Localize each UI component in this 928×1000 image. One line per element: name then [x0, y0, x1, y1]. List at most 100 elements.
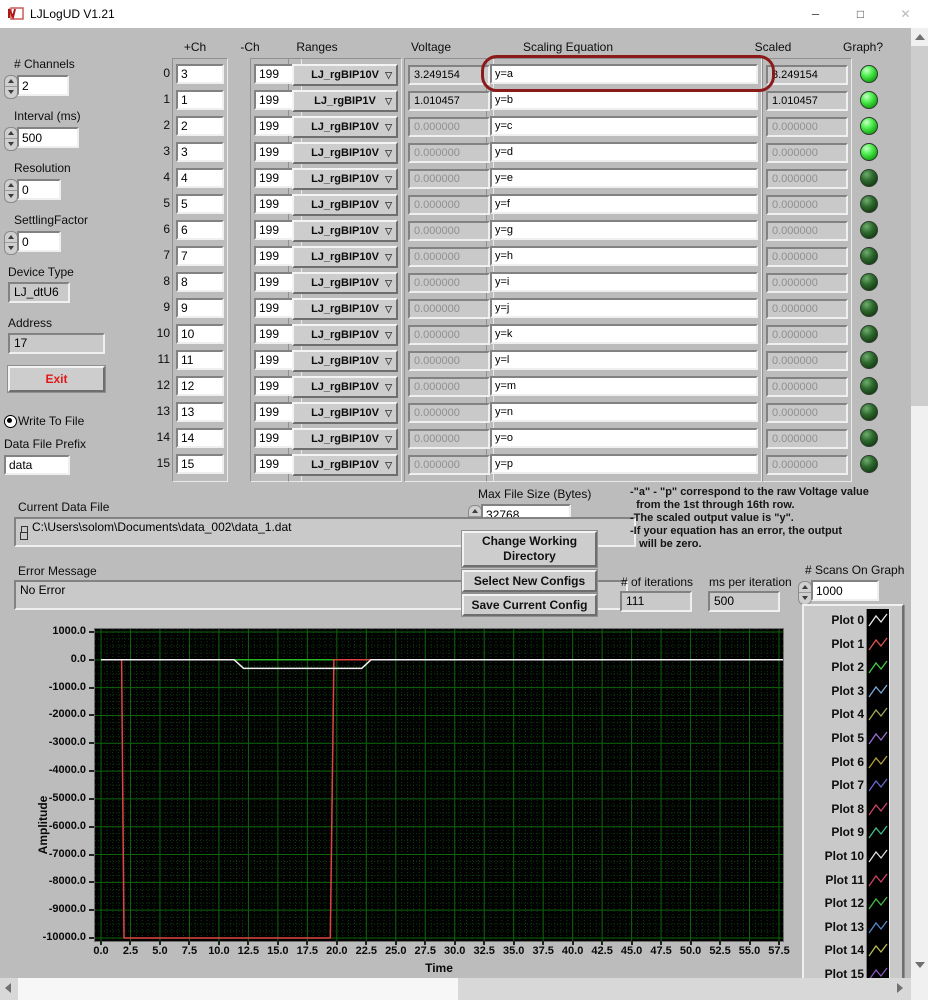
scaling-equation-input[interactable]	[490, 428, 758, 448]
graph-led[interactable]	[860, 299, 878, 317]
legend-item[interactable]: Plot 13	[804, 916, 898, 940]
legend-item[interactable]: Plot 11	[804, 869, 898, 893]
scaling-equation-input[interactable]	[490, 142, 758, 162]
resolution-spinner[interactable]	[4, 179, 18, 203]
pos-channel-input[interactable]	[176, 142, 224, 162]
spinner-up-icon[interactable]	[5, 76, 17, 87]
pos-channel-input[interactable]	[176, 298, 224, 318]
scaling-equation-input[interactable]	[490, 376, 758, 396]
pos-channel-input[interactable]	[176, 324, 224, 344]
spinner-down-icon[interactable]	[799, 593, 811, 603]
legend-item[interactable]: Plot 4	[804, 703, 898, 727]
spinner-up-icon[interactable]	[799, 582, 811, 593]
vertical-scrollbar-thumb[interactable]	[911, 46, 928, 406]
legend-item[interactable]: Plot 0	[804, 609, 898, 633]
scans-spinner[interactable]	[798, 581, 812, 605]
maximize-button[interactable]: □	[838, 0, 883, 28]
range-dropdown[interactable]: LJ_rgBIP10V▽	[292, 350, 398, 372]
range-dropdown[interactable]: LJ_rgBIP10V▽	[292, 272, 398, 294]
scaling-equation-input[interactable]	[490, 64, 758, 84]
legend-item[interactable]: Plot 10	[804, 845, 898, 869]
legend-item[interactable]: Plot 1	[804, 633, 898, 657]
range-dropdown[interactable]: LJ_rgBIP10V▽	[292, 194, 398, 216]
interval-spinner[interactable]	[4, 127, 18, 151]
scroll-left-icon[interactable]	[5, 983, 11, 993]
scaling-equation-input[interactable]	[490, 220, 758, 240]
change-working-directory-button[interactable]: Change Working Directory	[462, 531, 597, 567]
range-dropdown[interactable]: LJ_rgBIP10V▽	[292, 168, 398, 190]
scroll-down-icon[interactable]	[915, 962, 925, 968]
scaling-equation-input[interactable]	[490, 324, 758, 344]
pos-channel-input[interactable]	[176, 402, 224, 422]
scaling-equation-input[interactable]	[490, 90, 758, 110]
pos-channel-input[interactable]	[176, 116, 224, 136]
scaling-equation-input[interactable]	[490, 194, 758, 214]
settling-input[interactable]	[17, 231, 61, 252]
scaling-equation-input[interactable]	[490, 350, 758, 370]
legend-item[interactable]: Plot 6	[804, 751, 898, 775]
graph-led[interactable]	[860, 91, 878, 109]
range-dropdown[interactable]: LJ_rgBIP10V▽	[292, 324, 398, 346]
range-dropdown[interactable]: LJ_rgBIP10V▽	[292, 376, 398, 398]
scroll-up-icon[interactable]	[915, 34, 925, 40]
scaling-equation-input[interactable]	[490, 402, 758, 422]
graph-led[interactable]	[860, 273, 878, 291]
range-dropdown[interactable]: LJ_rgBIP10V▽	[292, 298, 398, 320]
legend-item[interactable]: Plot 9	[804, 821, 898, 845]
legend-item[interactable]: Plot 3	[804, 680, 898, 704]
range-dropdown[interactable]: LJ_rgBIP10V▽	[292, 220, 398, 242]
graph-led[interactable]	[860, 377, 878, 395]
pos-channel-input[interactable]	[176, 90, 224, 110]
pos-channel-input[interactable]	[176, 272, 224, 292]
horizontal-scrollbar-thumb[interactable]	[18, 978, 458, 1000]
channels-input[interactable]	[17, 75, 69, 96]
graph-led[interactable]	[860, 403, 878, 421]
pos-channel-input[interactable]	[176, 428, 224, 448]
scroll-right-icon[interactable]	[897, 983, 903, 993]
write-to-file-radio[interactable]	[4, 415, 17, 428]
graph-led[interactable]	[860, 221, 878, 239]
graph-led[interactable]	[860, 455, 878, 473]
pos-channel-input[interactable]	[176, 220, 224, 240]
graph-led[interactable]	[860, 429, 878, 447]
spinner-up-icon[interactable]	[5, 180, 17, 191]
graph-led[interactable]	[860, 169, 878, 187]
scaling-equation-input[interactable]	[490, 116, 758, 136]
channels-spinner[interactable]	[4, 75, 18, 99]
data-file-prefix-input[interactable]	[4, 455, 70, 475]
graph-led[interactable]	[860, 65, 878, 83]
graph-led[interactable]	[860, 195, 878, 213]
range-dropdown[interactable]: LJ_rgBIP10V▽	[292, 116, 398, 138]
range-dropdown[interactable]: LJ_rgBIP10V▽	[292, 64, 398, 86]
resolution-input[interactable]	[17, 179, 61, 200]
legend-item[interactable]: Plot 14	[804, 939, 898, 963]
legend-item[interactable]: Plot 12	[804, 892, 898, 916]
scaling-equation-input[interactable]	[490, 454, 758, 474]
pos-channel-input[interactable]	[176, 246, 224, 266]
scaling-equation-input[interactable]	[490, 298, 758, 318]
legend-item[interactable]: Plot 7	[804, 774, 898, 798]
graph-led[interactable]	[860, 247, 878, 265]
legend-item[interactable]: Plot 2	[804, 656, 898, 680]
range-dropdown[interactable]: LJ_rgBIP10V▽	[292, 402, 398, 424]
range-dropdown[interactable]: LJ_rgBIP10V▽	[292, 454, 398, 476]
range-dropdown[interactable]: LJ_rgBIP1V▽	[292, 90, 398, 112]
graph-led[interactable]	[860, 143, 878, 161]
path-browse-icon[interactable]	[20, 526, 28, 540]
spinner-up-icon[interactable]	[5, 232, 17, 243]
scaling-equation-input[interactable]	[490, 168, 758, 188]
exit-button[interactable]: Exit	[8, 366, 105, 392]
legend-item[interactable]: Plot 8	[804, 798, 898, 822]
scaling-equation-input[interactable]	[490, 272, 758, 292]
range-dropdown[interactable]: LJ_rgBIP10V▽	[292, 428, 398, 450]
settling-spinner[interactable]	[4, 231, 18, 255]
pos-channel-input[interactable]	[176, 376, 224, 396]
interval-input[interactable]	[17, 127, 79, 148]
minimize-button[interactable]: –	[793, 0, 838, 28]
spinner-down-icon[interactable]	[5, 87, 17, 97]
select-new-configs-button[interactable]: Select New Configs	[462, 570, 597, 592]
graph-led[interactable]	[860, 351, 878, 369]
legend-item[interactable]: Plot 5	[804, 727, 898, 751]
spinner-down-icon[interactable]	[5, 243, 17, 253]
pos-channel-input[interactable]	[176, 350, 224, 370]
